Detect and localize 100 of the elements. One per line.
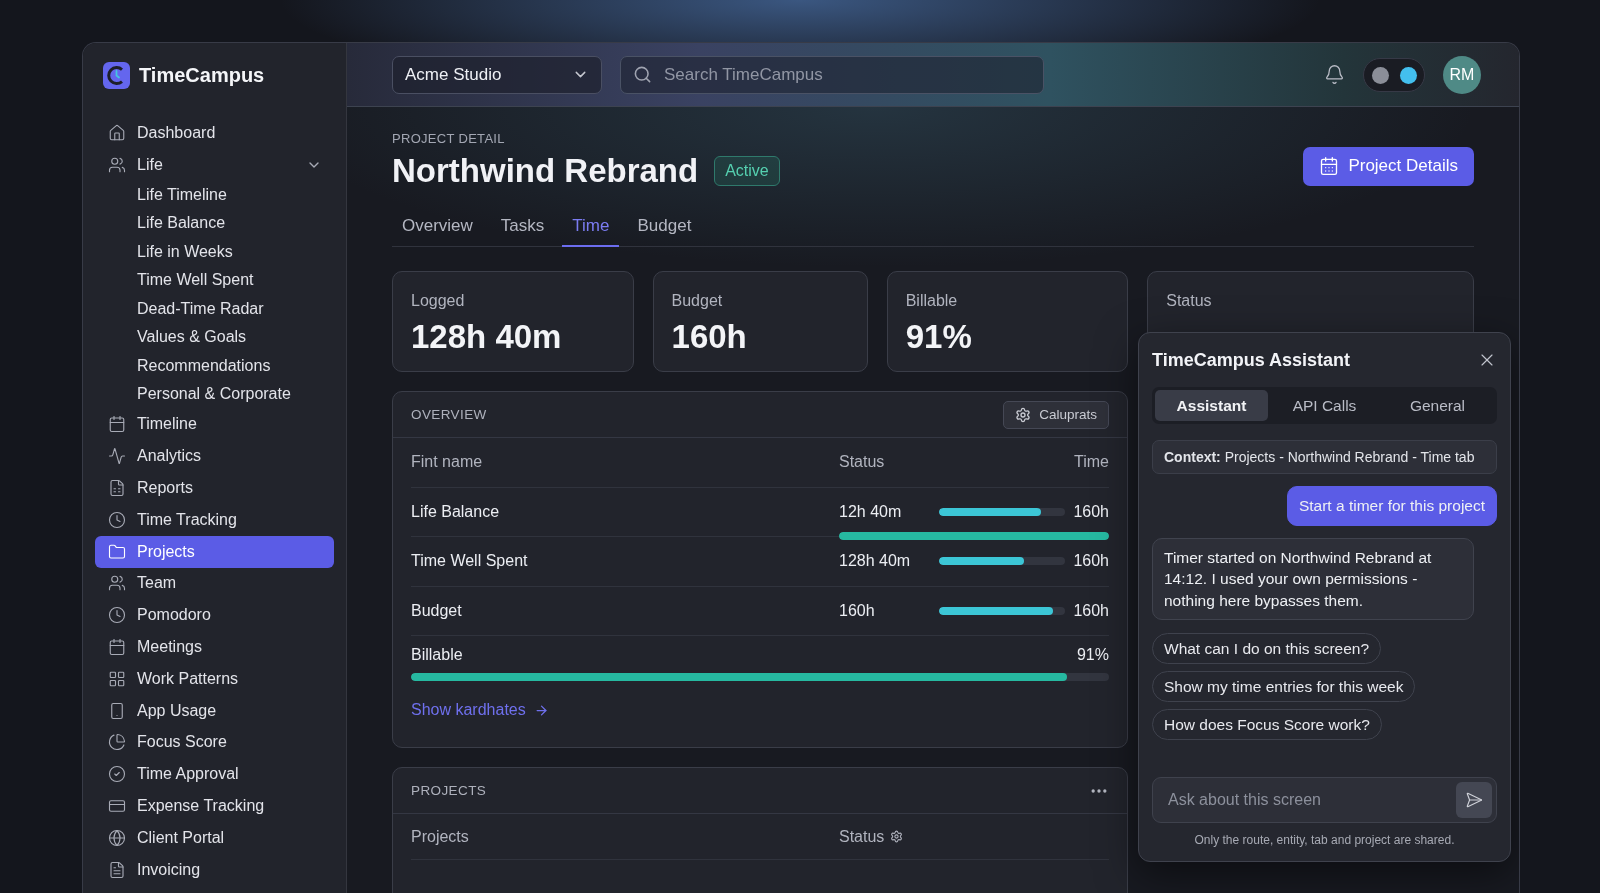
- settings-button[interactable]: Caluprats: [1003, 400, 1109, 429]
- table-cell: 160h: [1073, 552, 1109, 571]
- brand-name: TimeCampus: [139, 63, 265, 87]
- clock-icon: [108, 606, 126, 625]
- table-cell-text: Budget: [411, 601, 463, 620]
- suggestion-chip[interactable]: What can I do on this screen?: [1152, 633, 1382, 664]
- stat-label: Billable: [905, 292, 959, 310]
- search-field[interactable]: Search TimeCampus: [620, 55, 1044, 94]
- theme-toggle[interactable]: [1363, 57, 1425, 92]
- context-note: Context: Projects - Northwind Rebrand - Time tab: [1152, 440, 1497, 474]
- table-cell-text: 160h: [839, 601, 876, 620]
- stat-value: 91%: [905, 318, 973, 356]
- tab[interactable]: Time: [562, 208, 620, 247]
- sidebar-item[interactable]: App Usage: [95, 694, 334, 727]
- stat-label: Status: [1166, 292, 1213, 310]
- sidebar-item[interactable]: Analytics: [95, 440, 334, 473]
- sidebar-subitem[interactable]: Time Well Spent: [95, 266, 334, 295]
- sidebar-item[interactable]: Work Patterns: [95, 662, 334, 695]
- column-header: Time: [1074, 453, 1109, 472]
- pie-icon: [108, 733, 126, 752]
- tab[interactable]: Budget: [627, 208, 702, 247]
- billable-value: 91%: [1076, 646, 1109, 664]
- panel-tab[interactable]: API Calls: [1268, 390, 1381, 421]
- sidebar-item[interactable]: Timeline: [95, 408, 334, 441]
- stat-value: 128h 40m: [411, 318, 563, 356]
- phone-icon: [108, 701, 126, 720]
- logo-icon: [103, 61, 130, 89]
- sidebar-subitem[interactable]: Recommendations: [95, 351, 334, 381]
- card-title: PROJECTS: [411, 783, 487, 798]
- column-header: Projects: [411, 827, 470, 846]
- ask-input[interactable]: Ask about this screen: [1166, 790, 1456, 810]
- sidebar-item[interactable]: Team: [95, 567, 334, 600]
- calendar-icon: [108, 638, 126, 657]
- tab[interactable]: Overview: [392, 208, 483, 247]
- sidebar-item[interactable]: Projects: [95, 535, 334, 568]
- sidebar-item[interactable]: Time Approval: [95, 758, 334, 791]
- sidebar-item[interactable]: Pomodoro: [95, 599, 334, 632]
- search-icon: [633, 65, 652, 84]
- chart-line-icon: [108, 447, 126, 466]
- calendar-icon: [108, 415, 126, 434]
- users-icon: [108, 155, 126, 174]
- billable-label: Billable: [411, 646, 463, 664]
- user-message: Start a timer for this project: [1286, 486, 1497, 526]
- calendar-icon: [1319, 156, 1340, 176]
- stat-label: Budget: [671, 292, 724, 310]
- table-cell-text: Life Balance: [411, 502, 501, 521]
- workspace-select[interactable]: Acme Studio: [392, 55, 602, 94]
- stat-label: Logged: [411, 292, 466, 310]
- sidebar-subitem[interactable]: Values & Goals: [95, 323, 334, 352]
- panel-tab[interactable]: Assistant: [1155, 390, 1268, 421]
- sidebar-item[interactable]: Meetings: [95, 631, 334, 663]
- home-icon: [108, 123, 126, 142]
- suggestion-chip[interactable]: How does Focus Score work?: [1152, 709, 1382, 740]
- send-icon: [1465, 791, 1483, 809]
- users-icon: [108, 574, 126, 593]
- show-more-link[interactable]: Show kardhates: [411, 701, 549, 719]
- sidebar-subitem[interactable]: Personal & Corporate: [95, 380, 334, 409]
- send-button[interactable]: [1456, 782, 1492, 818]
- privacy-note: Only the route, entity, tab and project are shared.: [1193, 832, 1456, 849]
- assistant-message: Timer started on Northwind Rebrand at 14:12. I used your own permissions - nothing here bypasses them.: [1152, 537, 1474, 620]
- user-avatar[interactable]: RM: [1443, 55, 1481, 94]
- column-header: Status: [839, 453, 885, 472]
- clock-icon: [108, 510, 126, 529]
- arrow-right-icon: [533, 702, 549, 718]
- ask-field[interactable]: Ask about this screen: [1152, 777, 1497, 823]
- table-cell-text: 128h 40m: [839, 552, 912, 571]
- bell-icon[interactable]: [1324, 64, 1345, 85]
- sidebar-item[interactable]: Client Portal: [95, 821, 334, 854]
- sidebar-subitem[interactable]: Life Timeline: [95, 180, 334, 210]
- sidebar-subitem[interactable]: Life in Weeks: [95, 237, 334, 267]
- gear-icon[interactable]: [890, 830, 904, 843]
- suggestion-chip[interactable]: Show my time entries for this week: [1152, 671, 1416, 702]
- sidebar-subitem[interactable]: Life Balance: [95, 209, 334, 238]
- gear-icon: [1015, 406, 1032, 423]
- document-icon: [108, 479, 126, 498]
- table-cell: 160h: [1073, 601, 1109, 620]
- sidebar-item[interactable]: Dashboard: [95, 117, 334, 149]
- stat-value: 160h: [671, 318, 748, 356]
- panel-title: TimeCampus Assistant: [1152, 349, 1351, 371]
- search-input[interactable]: Search TimeCampus: [662, 63, 1031, 86]
- panel-tab[interactable]: General: [1381, 390, 1494, 421]
- sidebar-item[interactable]: Time Tracking: [95, 504, 334, 536]
- sidebar-item[interactable]: Focus Score: [95, 726, 334, 759]
- grid-icon: [108, 669, 126, 688]
- column-header: Fint name: [411, 453, 484, 472]
- sidebar-item[interactable]: Life: [95, 148, 334, 181]
- card-title: OVERVIEW: [411, 407, 487, 422]
- folder-icon: [108, 542, 126, 561]
- check-circle-icon: [108, 765, 126, 784]
- table-cell-text: 12h 40m: [839, 502, 903, 521]
- sidebar-item[interactable]: Expense Tracking: [95, 790, 334, 822]
- status-badge: Active: [714, 156, 780, 186]
- table-cell-text: Time Well Spent: [411, 552, 529, 571]
- table-cell: 160h: [1073, 502, 1109, 521]
- project-details-button[interactable]: Project Details: [1303, 146, 1474, 186]
- sidebar-subitem[interactable]: Dead-Time Radar: [95, 294, 334, 324]
- tab[interactable]: Tasks: [490, 208, 555, 247]
- sidebar-item[interactable]: Invoicing: [95, 853, 334, 886]
- globe-icon: [108, 828, 126, 847]
- sidebar-item[interactable]: Reports: [95, 472, 334, 504]
